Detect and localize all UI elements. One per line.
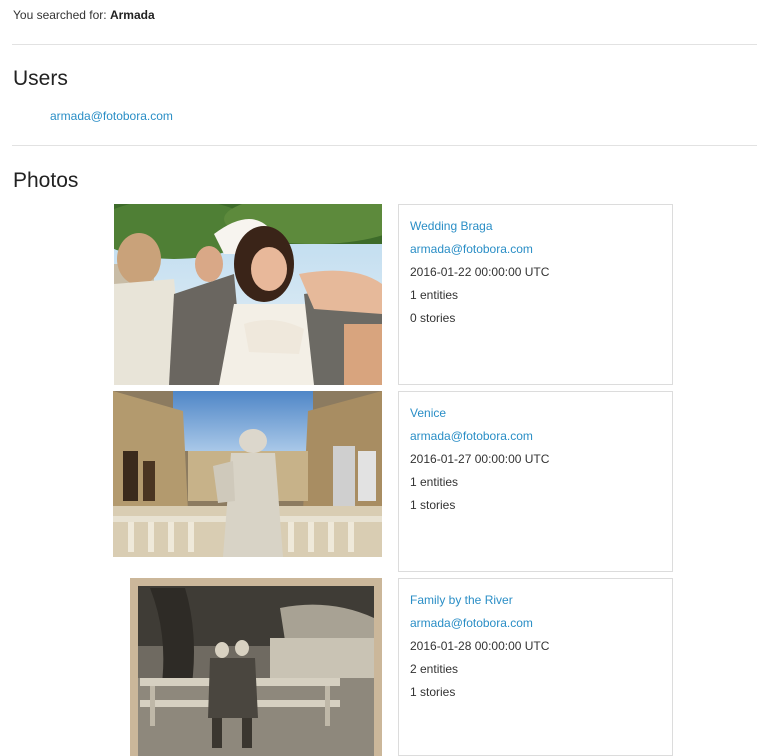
photo-date: 2016-01-22 00:00:00 UTC [410, 265, 550, 279]
photo-card: Wedding Braga armada@fotobora.com 2016-0… [398, 204, 673, 385]
photo-image [113, 391, 382, 557]
photo-title-link[interactable]: Venice [410, 402, 661, 425]
photo-date: 2016-01-28 00:00:00 UTC [410, 639, 550, 653]
photo-stories-count: 1 stories [410, 498, 456, 512]
photos-heading: Photos [13, 169, 79, 192]
photo-thumbnail-family[interactable] [130, 578, 382, 756]
photo-title-link[interactable]: Family by the River [410, 589, 661, 612]
photo-stories-count: 1 stories [410, 685, 456, 699]
photo-thumbnail-venice[interactable] [113, 391, 382, 557]
photo-owner-link[interactable]: armada@fotobora.com [410, 238, 661, 261]
divider [12, 44, 757, 45]
photo-card: Venice armada@fotobora.com 2016-01-27 00… [398, 391, 673, 572]
photo-card: Family by the River armada@fotobora.com … [398, 578, 673, 756]
photo-date: 2016-01-27 00:00:00 UTC [410, 452, 550, 466]
photo-owner-link[interactable]: armada@fotobora.com [410, 612, 661, 635]
search-term: Armada [109, 8, 155, 22]
photo-stories-count: 0 stories [410, 311, 456, 325]
search-prefix: You searched for: [13, 8, 107, 22]
photo-title-link[interactable]: Wedding Braga [410, 215, 661, 238]
divider [12, 145, 757, 146]
search-results-page: You searched for: Armada Users armada@fo… [0, 0, 757, 756]
photo-image [114, 204, 382, 385]
user-link[interactable]: armada@fotobora.com [50, 109, 173, 123]
search-summary: You searched for: Armada [13, 8, 155, 22]
photo-owner-link[interactable]: armada@fotobora.com [410, 425, 661, 448]
users-heading: Users [13, 67, 68, 90]
photo-image [130, 578, 382, 756]
photo-entities-count: 1 entities [410, 288, 459, 302]
photo-entities-count: 1 entities [410, 475, 459, 489]
photo-thumbnail-wedding[interactable] [114, 204, 382, 385]
photo-entities-count: 2 entities [410, 662, 459, 676]
